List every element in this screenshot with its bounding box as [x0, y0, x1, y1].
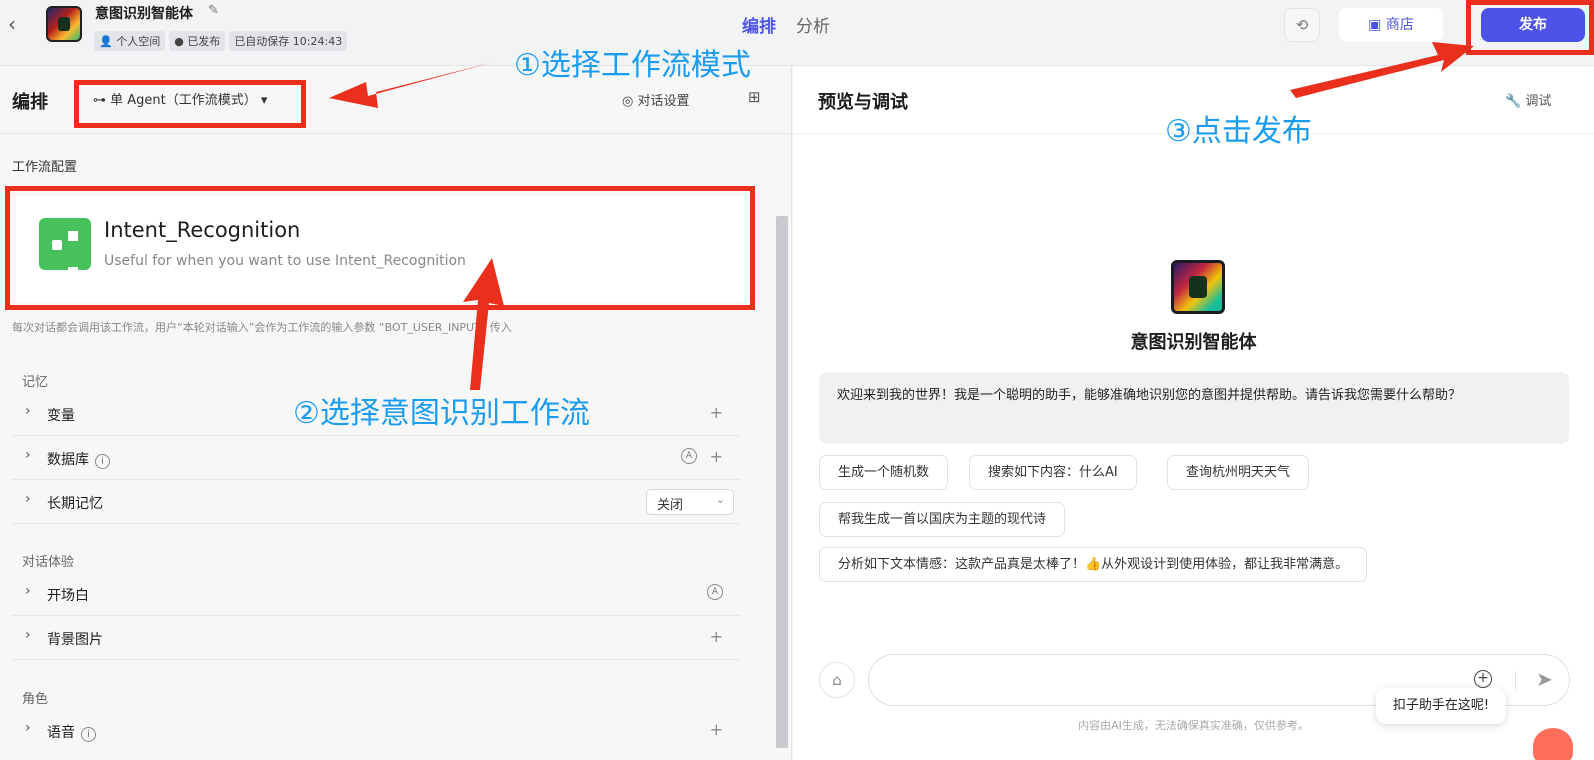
row-label: 长期记忆 [47, 496, 103, 512]
debug-label: 调试 [1525, 94, 1552, 109]
space-chip-label: 个人空间 [116, 35, 161, 48]
published-chip-label: 已发布 [187, 35, 221, 48]
space-chip: 👤 个人空间 [94, 31, 166, 51]
info-icon[interactable]: i [95, 454, 110, 469]
row-label: 开场白 [47, 588, 89, 604]
info-icon[interactable]: i [81, 727, 96, 742]
suggestion-chip[interactable]: 分析如下文本情感：这款产品真是太棒了！👍从外观设计到使用体验，都让我非常满意。 [819, 547, 1368, 582]
auto-icon[interactable]: A [707, 584, 723, 600]
tab-analysis[interactable]: 分析 [796, 12, 830, 37]
dialog-settings-label: 对话设置 [637, 94, 690, 109]
row-opening[interactable]: › 开场白 A [12, 572, 740, 616]
chevron-right-icon: › [25, 403, 31, 419]
role-section-label: 角色 [22, 692, 49, 707]
tab-arrange[interactable]: 编排 [742, 12, 776, 37]
suggestion-chip[interactable]: 搜索如下内容：什么AI [969, 455, 1137, 490]
published-chip: ● 已发布 [169, 31, 226, 51]
row-label: 变量 [47, 408, 75, 424]
row-database[interactable]: › 数据库 i A + [12, 436, 740, 480]
helper-bubble[interactable]: 扣子助手在这呢! [1376, 688, 1506, 724]
store-icon: ▣ [1368, 17, 1382, 33]
row-label-text: 语音 [47, 725, 75, 741]
edit-icon[interactable]: ✎ [208, 3, 219, 18]
arrange-title: 编排 [12, 92, 48, 113]
memory-section-label: 记忆 [22, 375, 49, 390]
add-circle-icon[interactable]: + [1474, 670, 1492, 688]
annotation-box-publish [1466, 0, 1594, 55]
autosave-chip: 已自动保存 10:24:43 [229, 31, 348, 51]
workflow-note: 每次对话都会调用该工作流，用户“本轮对话输入”会作为工作流的输入参数 “BOT_… [12, 321, 512, 334]
preview-title: 预览与调试 [818, 92, 908, 113]
step2-callout: ②选择意图识别工作流 [293, 396, 590, 431]
row-label: 语音 i [47, 722, 96, 742]
preview-panel: 预览与调试 🔧 调试 意图识别智能体 欢迎来到我的世界！我是一个聪明的助手，能够… [793, 66, 1594, 760]
scrollbar[interactable] [776, 216, 788, 748]
top-bar: ‹ 意图识别智能体 ✎ 👤 个人空间 ● 已发布 已自动保存 10:24:43 … [0, 0, 1594, 66]
step1-callout: ①选择工作流模式 [514, 48, 751, 83]
meta-chips: 👤 个人空间 ● 已发布 已自动保存 10:24:43 [94, 31, 348, 51]
history-icon: ⟲ [1295, 16, 1309, 34]
chevron-right-icon: › [25, 583, 31, 599]
annotation-box-mode [74, 80, 306, 128]
suggestion-chip[interactable]: 查询杭州明天天气 [1167, 455, 1310, 490]
chevron-right-icon: › [25, 491, 31, 507]
attach-button[interactable]: ⌂ [819, 662, 855, 698]
suggestion-chip[interactable]: 帮我生成一首以国庆为主题的现代诗 [819, 502, 1066, 537]
settings-icon: ◎ [622, 94, 634, 109]
layout-grid-icon[interactable]: ⊞ [748, 88, 761, 106]
suggestion-chip[interactable]: 生成一个随机数 [819, 455, 949, 490]
attachment-icon: ⌂ [832, 671, 842, 689]
long-memory-value: 关闭 [657, 498, 684, 513]
chevron-down-icon: ⌄ [715, 493, 725, 506]
add-icon[interactable]: + [710, 447, 723, 466]
row-label-text: 数据库 [47, 452, 89, 468]
welcome-message: 欢迎来到我的世界！我是一个聪明的助手，能够准确地识别您的意图并提供帮助。请告诉我… [819, 372, 1569, 444]
add-icon[interactable]: + [710, 720, 723, 739]
add-icon[interactable]: + [710, 403, 723, 422]
experience-section-label: 对话体验 [22, 555, 75, 570]
chevron-right-icon: › [25, 447, 31, 463]
nav-tabs: 编排 分析 [742, 12, 830, 37]
row-long-memory[interactable]: › 长期记忆 关闭 ⌄ [12, 480, 740, 524]
divider [1515, 671, 1516, 691]
bot-avatar [1171, 260, 1225, 314]
chevron-right-icon: › [25, 627, 31, 643]
bot-avatar-small [46, 6, 82, 42]
wrench-icon: 🔧 [1505, 94, 1522, 109]
row-label: 数据库 i [47, 449, 110, 469]
row-voice[interactable]: › 语音 i + [12, 709, 740, 753]
app-title: 意图识别智能体 [95, 6, 193, 22]
send-icon[interactable]: ➤ [1536, 667, 1553, 691]
step3-callout: ③点击发布 [1165, 114, 1312, 149]
shop-button[interactable]: ▣ 商店 [1339, 8, 1443, 42]
assistant-mascot-icon[interactable] [1533, 728, 1573, 760]
annotation-box-workflow [5, 186, 755, 310]
dialog-settings-button[interactable]: ◎ 对话设置 [622, 90, 690, 109]
workflow-section-label: 工作流配置 [12, 160, 78, 175]
back-icon[interactable]: ‹ [8, 14, 26, 34]
row-label: 背景图片 [47, 632, 103, 648]
add-icon[interactable]: + [710, 627, 723, 646]
debug-button[interactable]: 🔧 调试 [1505, 90, 1551, 109]
auto-icon[interactable]: A [681, 448, 697, 464]
row-background[interactable]: › 背景图片 + [12, 616, 740, 660]
chevron-right-icon: › [25, 720, 31, 736]
shop-label: 商店 [1385, 17, 1414, 33]
long-memory-select[interactable]: 关闭 ⌄ [646, 489, 734, 515]
history-button[interactable]: ⟲ [1284, 8, 1320, 42]
bot-name: 意图识别智能体 [1130, 332, 1257, 353]
